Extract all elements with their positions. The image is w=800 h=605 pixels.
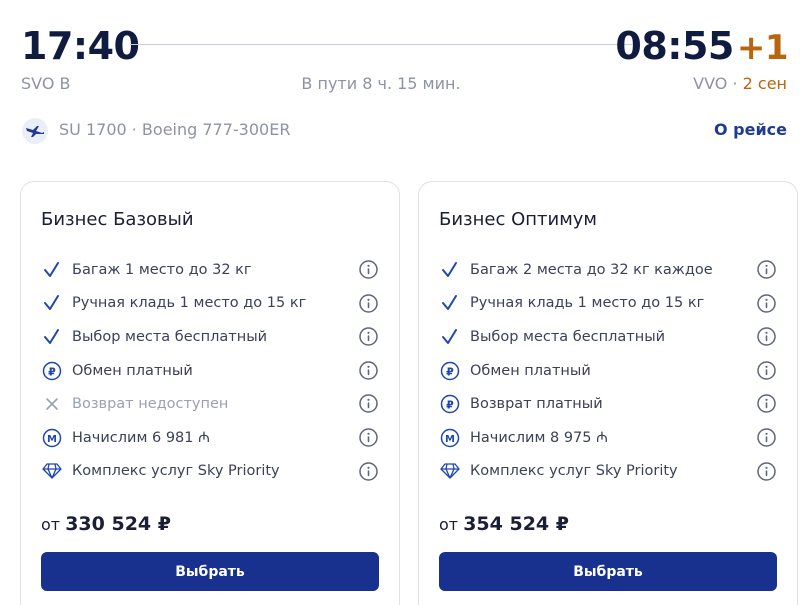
separator: · (727, 74, 743, 93)
svg-text:₽: ₽ (446, 398, 454, 411)
feature-row: M Начислим 6 981 ₼ (41, 421, 379, 455)
info-icon[interactable] (358, 326, 379, 347)
select-fare-button[interactable]: Выбрать (41, 552, 379, 591)
feature-row: Выбор места бесплатный (41, 320, 379, 354)
price-prefix: от (41, 515, 61, 534)
ruble-coin-icon: ₽ (439, 393, 461, 415)
info-icon[interactable] (756, 393, 777, 414)
about-flight-link[interactable]: О рейсе (714, 119, 787, 141)
check-icon (41, 259, 63, 281)
flight-duration: В пути 8 ч. 15 мин. (301, 74, 461, 93)
feature-label: Ручная кладь 1 место до 15 кг (470, 295, 705, 312)
arrival-time-block: 08:55+1 (615, 24, 788, 70)
price-amount: 330 524 ₽ (65, 513, 171, 535)
feature-label: Комплекс услуг Sky Priority (72, 463, 280, 480)
feature-label: Начислим 6 981 ₼ (72, 429, 210, 446)
feature-row: ₽ Обмен платный (439, 354, 777, 388)
feature-label: Багаж 1 место до 32 кг (72, 261, 252, 278)
ruble-coin-icon: ₽ (41, 360, 63, 382)
miles-coin-icon: M (439, 427, 461, 449)
feature-row: Ручная кладь 1 место до 15 кг (41, 287, 379, 321)
feature-label: Возврат недоступен (72, 396, 229, 413)
svg-text:₽: ₽ (446, 365, 454, 378)
svg-text:₽: ₽ (48, 365, 56, 378)
fare-title: Бизнес Оптимум (439, 209, 598, 230)
feature-row: Комплекс услуг Sky Priority (41, 455, 379, 489)
fare-card-business-basic: Бизнес Базовый Багаж 1 место до 32 кг Ру… (20, 181, 400, 605)
diamond-icon (41, 460, 63, 482)
feature-row: Выбор места бесплатный (439, 320, 777, 354)
info-icon[interactable] (756, 360, 777, 381)
ruble-coin-icon: ₽ (439, 360, 461, 382)
arrival-airport: VVO (693, 74, 728, 93)
fare-features: Багаж 2 места до 32 кг каждое Ручная кла… (439, 253, 777, 488)
arrival-info: VVO · 2 сен (693, 73, 787, 95)
feature-row: Багаж 2 места до 32 кг каждое (439, 253, 777, 287)
select-fare-button[interactable]: Выбрать (439, 552, 777, 591)
arrival-time: 08:55 (615, 24, 734, 68)
info-icon[interactable] (756, 461, 777, 482)
feature-label: Обмен платный (72, 362, 193, 379)
feature-label: Возврат платный (470, 396, 603, 413)
airline-logo-icon (22, 118, 48, 144)
feature-label: Выбор места бесплатный (470, 328, 666, 345)
fare-title: Бизнес Базовый (41, 209, 194, 230)
check-icon (439, 326, 461, 348)
info-icon[interactable] (358, 293, 379, 314)
info-icon[interactable] (358, 360, 379, 381)
flight-info: SU 1700 · Boeing 777-300ER (59, 120, 291, 139)
check-icon (41, 326, 63, 348)
day-offset: +1 (736, 28, 789, 68)
price-amount: 354 524 ₽ (463, 513, 569, 535)
cross-icon (41, 393, 63, 415)
info-icon[interactable] (358, 427, 379, 448)
price-prefix: от (439, 515, 459, 534)
check-icon (41, 292, 63, 314)
feature-label: Обмен платный (470, 362, 591, 379)
check-icon (439, 292, 461, 314)
feature-label: Багаж 2 места до 32 кг каждое (470, 261, 713, 278)
svg-text:M: M (445, 434, 455, 445)
feature-label: Начислим 8 975 ₼ (470, 429, 608, 446)
fare-features: Багаж 1 место до 32 кг Ручная кладь 1 ме… (41, 253, 379, 488)
fare-card-business-optimum: Бизнес Оптимум Багаж 2 места до 32 кг ка… (418, 181, 798, 605)
info-icon[interactable] (358, 393, 379, 414)
info-icon[interactable] (756, 326, 777, 347)
check-icon (439, 259, 461, 281)
arrival-date: 2 сен (742, 74, 787, 93)
feature-label: Комплекс услуг Sky Priority (470, 463, 678, 480)
feature-row: Возврат недоступен (41, 387, 379, 421)
feature-row: ₽ Возврат платный (439, 387, 777, 421)
feature-row: M Начислим 8 975 ₼ (439, 421, 777, 455)
miles-coin-icon: M (41, 427, 63, 449)
feature-label: Выбор места бесплатный (72, 328, 268, 345)
feature-row: Комплекс услуг Sky Priority (439, 455, 777, 489)
feature-row: Багаж 1 место до 32 кг (41, 253, 379, 287)
diamond-icon (439, 460, 461, 482)
fare-price: от 354 524 ₽ (439, 512, 569, 537)
info-icon[interactable] (358, 461, 379, 482)
info-icon[interactable] (756, 293, 777, 314)
info-icon[interactable] (358, 259, 379, 280)
feature-label: Ручная кладь 1 место до 15 кг (72, 295, 307, 312)
info-icon[interactable] (756, 259, 777, 280)
svg-text:M: M (47, 434, 57, 445)
feature-row: ₽ Обмен платный (41, 354, 379, 388)
info-icon[interactable] (756, 427, 777, 448)
fare-price: от 330 524 ₽ (41, 512, 171, 537)
departure-time: 17:40 (21, 24, 140, 68)
route-line (130, 44, 632, 45)
feature-row: Ручная кладь 1 место до 15 кг (439, 287, 777, 321)
